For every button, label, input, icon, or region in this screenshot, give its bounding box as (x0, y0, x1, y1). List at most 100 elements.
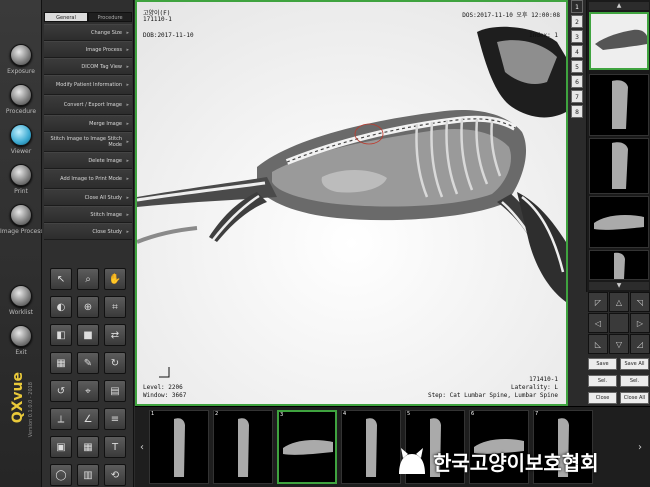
menu-item[interactable]: Delete Image ▸ (44, 152, 132, 169)
rotate-icon: ↻ (110, 357, 120, 369)
grid-tool-button[interactable]: ▦ (50, 352, 72, 374)
strip-prev-arrow-icon[interactable]: ‹ (137, 427, 147, 467)
grid-tool-button[interactable]: ▦ (77, 436, 99, 458)
magnify-icon: ⊕ (83, 301, 93, 313)
zoom-tool-button[interactable]: ⌕ (77, 268, 99, 290)
thumbnail-image[interactable] (589, 138, 649, 194)
nav-arrow-icon[interactable]: ◹ (630, 292, 650, 312)
reset-tool-button[interactable]: ⟲ (104, 464, 126, 486)
flip-tool-button[interactable]: ⇄ (104, 324, 126, 346)
menu-item[interactable]: Modify Patient Information ▸ (44, 75, 132, 95)
crop-tool-button[interactable]: ⌗ (104, 296, 126, 318)
menu-item[interactable]: DICOM Tag View ▸ (44, 58, 132, 75)
magnify-tool-button[interactable]: ⊕ (77, 296, 99, 318)
series-number-3[interactable]: 3 (571, 30, 583, 43)
roi-tool-button[interactable]: ◯ (50, 464, 72, 486)
annotation-tool-button[interactable]: ✎ (77, 352, 99, 374)
nav-arrow-icon[interactable]: △ (609, 292, 629, 312)
layout-tool-button[interactable]: ▥ (77, 464, 99, 486)
pointer-tool-button[interactable]: ↖ (50, 268, 72, 290)
print-button[interactable]: Print (0, 164, 42, 195)
menu-item[interactable]: Stitch Image ▸ (44, 206, 132, 223)
thumbnail-image[interactable] (589, 74, 649, 136)
tab-procedure[interactable]: Procedure (88, 12, 132, 22)
series-number-8[interactable]: 8 (571, 105, 583, 118)
exposure-button[interactable]: Exposure (0, 44, 42, 75)
lock-icon: ▣ (56, 441, 66, 453)
invert-tool-button[interactable]: ◧ (50, 324, 72, 346)
menu-item[interactable]: Change Size ▸ (44, 24, 132, 41)
nav-arrow-icon[interactable] (609, 313, 629, 333)
viewer-button[interactable]: Viewer (0, 124, 42, 155)
close-button[interactable]: Close (588, 392, 617, 404)
xray-viewer[interactable]: 고양이(F) 171110-1 DOB:2017-11-10 DOS:2017-… (135, 0, 568, 406)
thumbnail-index: 6 (471, 411, 475, 417)
menu-item[interactable]: Close All Study ▸ (44, 189, 132, 206)
reset-icon: ⟲ (110, 469, 120, 481)
menu-item-label: Convert / Export Image (63, 102, 122, 108)
pointer-icon: ↖ (56, 273, 66, 285)
series-number-7[interactable]: 7 (571, 90, 583, 103)
rotate-left-tool-button[interactable]: ↺ (50, 380, 72, 402)
nav-arrow-icon[interactable]: ◿ (630, 334, 650, 354)
nav-arrow-icon[interactable]: ◁ (588, 313, 608, 333)
save-all-button[interactable]: Save All (620, 358, 649, 370)
series-number-1[interactable]: 1 (571, 0, 583, 13)
chevron-right-icon: ▸ (126, 120, 129, 127)
lock-tool-button[interactable]: ▣ (50, 436, 72, 458)
chevron-right-icon: ▸ (126, 29, 129, 36)
text-tool-button[interactable]: T (104, 436, 126, 458)
menu-item[interactable]: Merge Image ▸ (44, 115, 132, 132)
window-level-tool-button[interactable]: ◐ (50, 296, 72, 318)
close-all-button[interactable]: Close All (620, 392, 649, 404)
rotate-tool-button[interactable]: ↻ (104, 352, 126, 374)
chevron-right-icon: ▸ (126, 46, 129, 53)
strip-thumbnail[interactable]: 4 (341, 410, 401, 484)
series-number-5[interactable]: 5 (571, 60, 583, 73)
window-level-icon: ◐ (56, 301, 66, 313)
nav-arrow-icon[interactable]: ▷ (630, 313, 650, 333)
crop-icon: ⌗ (112, 301, 118, 313)
nav-arrow-icon[interactable]: ▽ (609, 334, 629, 354)
measure-tool-button[interactable]: ⌖ (77, 380, 99, 402)
procedure-button[interactable]: Procedure (0, 84, 42, 115)
strip-thumbnail[interactable]: 2 (213, 410, 273, 484)
menu-item-label: DICOM Tag View (81, 63, 122, 70)
watermark: 한국고양이보호협회 (395, 444, 645, 478)
worklist-button[interactable]: Worklist (0, 285, 42, 316)
image-process-button[interactable]: Image Process (0, 204, 43, 235)
strip-thumbnail[interactable]: 1 (149, 410, 209, 484)
menu-item[interactable]: Stitch Image to Image Stitch Mode ▸ (44, 132, 132, 152)
chevron-right-icon: ▸ (126, 194, 129, 201)
thumbnail-image[interactable] (589, 250, 649, 280)
tab-general[interactable]: General (44, 12, 88, 22)
ruler-tool-button[interactable]: ⟂ (50, 408, 72, 430)
film-tool-button[interactable]: ▤ (104, 380, 126, 402)
thumbnail-image[interactable] (589, 196, 649, 248)
square-tool-button[interactable]: ■ (77, 324, 99, 346)
menu-item-label: Add Image to Print Mode (60, 176, 122, 182)
scroll-up-arrow-icon[interactable]: ▲ (589, 2, 649, 10)
layout-icon: ▥ (83, 469, 93, 481)
angle-tool-button[interactable]: ∠ (77, 408, 99, 430)
menu-panel: General Procedure Change Size ▸ Image Proc… (42, 0, 134, 487)
menu-item[interactable]: Convert / Export Image ▸ (44, 95, 132, 115)
menu-item[interactable]: Image Process ▸ (44, 41, 132, 58)
menu-item-label: Stitch Image to Image Stitch Mode (50, 136, 123, 148)
nav-arrow-icon[interactable]: ◸ (588, 292, 608, 312)
series-number-6[interactable]: 6 (571, 75, 583, 88)
pan-hand-tool-button[interactable]: ✋ (104, 268, 126, 290)
menu-item[interactable]: Add Image to Print Mode ▸ (44, 169, 132, 189)
series-number-2[interactable]: 2 (571, 15, 583, 28)
series-number-4[interactable]: 4 (571, 45, 583, 58)
menu-item[interactable]: Close Study ▸ (44, 223, 132, 240)
scroll-down-arrow-icon[interactable]: ▼ (589, 282, 649, 290)
select-button[interactable]: Sel. (588, 375, 617, 387)
cobb-tool-button[interactable]: ≡ (104, 408, 126, 430)
select-all-button[interactable]: Sel. (620, 375, 649, 387)
strip-thumbnail[interactable]: 3 (277, 410, 337, 484)
nav-arrow-icon[interactable]: ◺ (588, 334, 608, 354)
thumbnail-image[interactable] (589, 12, 649, 70)
save-button[interactable]: Save (588, 358, 617, 370)
exit-button[interactable]: Exit (0, 325, 42, 356)
